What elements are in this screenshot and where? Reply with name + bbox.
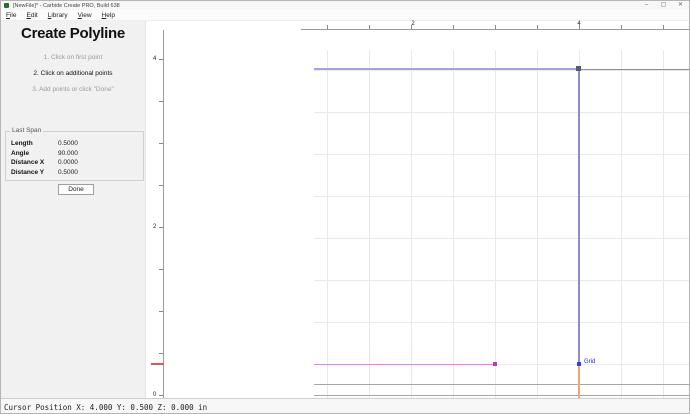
vertical-ruler-ticks: [159, 30, 163, 398]
distance-x-label: Distance X: [11, 159, 44, 166]
menu-bar: File Edit Library View Help: [1, 10, 690, 21]
menu-help-rest: elp: [106, 12, 115, 19]
maximize-button[interactable]: ▢: [655, 1, 672, 10]
minimize-button[interactable]: –: [638, 1, 655, 10]
menu-view-rest: iew: [82, 12, 92, 19]
drawing-canvas[interactable]: Grid 2 4 6 4 2 0: [151, 21, 690, 398]
horizontal-guide-line-1: [314, 384, 690, 385]
polyline-segment-vertical: [578, 69, 580, 363]
distance-y-label: Distance Y: [11, 169, 44, 176]
last-span-row-distance-y: Distance Y 0.5000: [11, 169, 136, 178]
length-label: Length: [11, 140, 33, 147]
last-span-row-distance-x: Distance X 0.0000: [11, 159, 136, 168]
done-button[interactable]: Done: [58, 184, 94, 195]
close-button[interactable]: ✕: [672, 1, 689, 10]
step-3-instruction: 3. Add points or click "Done": [1, 86, 145, 93]
grid-snap-marker: [577, 362, 581, 366]
polyline-segment-horizontal: [314, 68, 579, 70]
menu-library-rest: ibrary: [51, 12, 67, 19]
angle-label: Angle: [11, 150, 29, 157]
create-polyline-panel: Create Polyline 1. Click on first point …: [1, 21, 145, 398]
app-icon: [4, 3, 9, 8]
app-window: [NewFile]* - Carbide Create PRO, Build 6…: [0, 0, 690, 414]
grid-horizontal-lines: [314, 70, 690, 407]
status-bar: Cursor Position X: 4.000 Y: 0.500 Z: 0.0…: [1, 398, 690, 414]
horizontal-guide-line-2: [314, 395, 690, 396]
menu-edit[interactable]: Edit: [22, 10, 43, 21]
menu-help[interactable]: Help: [97, 10, 120, 21]
menu-view[interactable]: View: [73, 10, 97, 21]
window-title: [NewFile]* - Carbide Create PRO, Build 6…: [13, 3, 120, 9]
last-span-legend: Last Span: [10, 127, 43, 134]
horizontal-ruler-ticks: [301, 25, 690, 29]
horizontal-ruler: 2 4 6: [301, 21, 690, 30]
panel-title: Create Polyline: [1, 25, 145, 42]
menu-file-rest: ile: [10, 12, 17, 19]
vertical-ruler: 4 2 0: [151, 30, 164, 398]
step-2-instruction: 2. Click on additional points: [1, 70, 145, 77]
step-1-instruction: 1. Click on first point: [1, 54, 145, 61]
distance-x-value: 0.0000: [58, 159, 78, 166]
x-ruler-label-2: 2: [411, 21, 414, 27]
grid-snap-label: Grid: [584, 359, 595, 365]
angle-value: 90.000: [58, 150, 78, 157]
polyline-vertex-dot: [576, 66, 581, 71]
x-ruler-label-4: 4: [577, 21, 580, 27]
y-ruler-label-2: 2: [153, 224, 156, 230]
cursor-y-indicator: [151, 363, 164, 365]
menu-edit-rest: dit: [31, 12, 38, 19]
rubber-band-line: [314, 364, 495, 365]
last-span-row-angle: Angle 90.000: [11, 150, 136, 159]
menu-library[interactable]: Library: [43, 10, 73, 21]
window-controls: – ▢ ✕: [638, 1, 689, 10]
menu-file[interactable]: File: [1, 10, 22, 21]
last-span-row-length: Length 0.5000: [11, 140, 136, 149]
y-ruler-label-4: 4: [153, 56, 156, 62]
distance-y-value: 0.5000: [58, 169, 78, 176]
cursor-position-readout: Cursor Position X: 4.000 Y: 0.500 Z: 0.0…: [4, 403, 207, 412]
length-value: 0.5000: [58, 140, 78, 147]
polyline-point-dot-upper: [493, 362, 497, 366]
